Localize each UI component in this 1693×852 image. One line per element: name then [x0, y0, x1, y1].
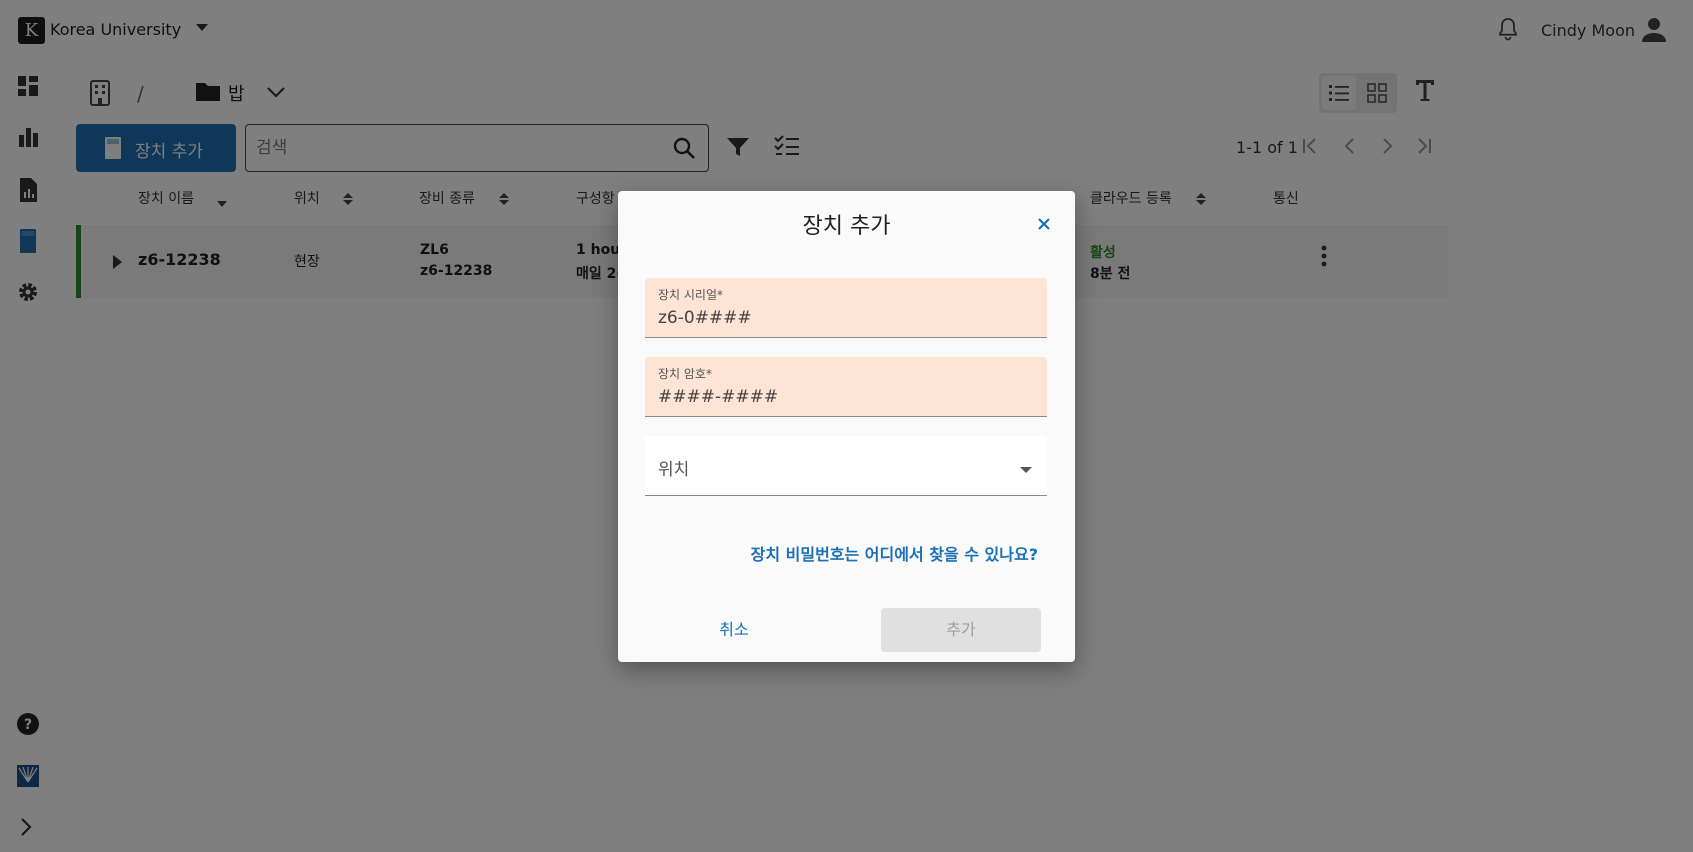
add-button[interactable]: 추가	[881, 608, 1041, 652]
device-password-field[interactable]: 장치 암호* ####-####	[645, 357, 1047, 417]
device-serial-label: 장치 시리얼*	[658, 288, 724, 302]
cancel-button[interactable]: 취소	[664, 608, 804, 652]
device-serial-field[interactable]: 장치 시리얼* z6-0####	[645, 278, 1047, 338]
device-password-label: 장치 암호*	[658, 367, 712, 381]
device-password-input[interactable]: ####-####	[658, 387, 778, 407]
close-icon[interactable]	[1036, 216, 1052, 232]
location-select-placeholder: 위치	[658, 460, 690, 480]
device-serial-input[interactable]: z6-0####	[658, 308, 752, 328]
add-device-dialog: 장치 추가 장치 시리얼* z6-0#### 장치 암호* ####-#### …	[618, 191, 1075, 662]
dropdown-caret-icon[interactable]	[1020, 467, 1032, 473]
password-help-link[interactable]: 장치 비밀번호는 어디에서 찾을 수 있나요?	[738, 541, 1038, 565]
location-select[interactable]: 위치	[645, 436, 1047, 496]
dialog-title: 장치 추가	[802, 214, 891, 239]
